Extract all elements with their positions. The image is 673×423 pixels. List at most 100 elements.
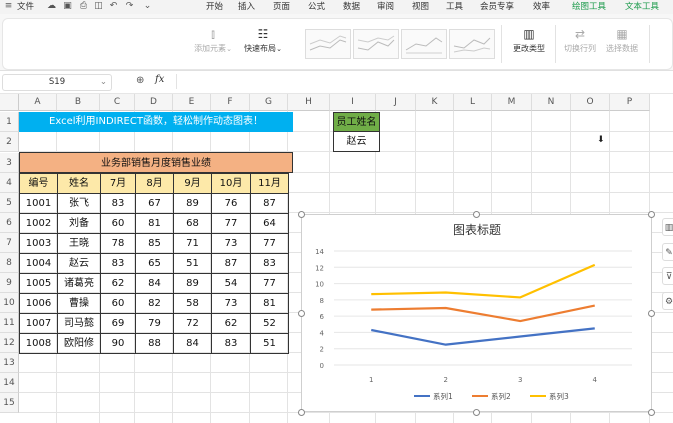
preview-icon[interactable]: ◫ — [93, 1, 104, 12]
table-header-cell[interactable]: 9月 — [173, 173, 212, 194]
table-cell[interactable]: 88 — [135, 333, 174, 354]
lookup-label-cell[interactable]: 员工姓名 — [333, 112, 380, 132]
table-title-cell[interactable]: 业务部销售月度销售业绩 — [19, 152, 293, 173]
resize-handle[interactable] — [648, 310, 655, 317]
menu-home[interactable]: 开始 — [206, 0, 223, 14]
row-header-11[interactable]: 11 — [0, 313, 19, 333]
change-type-button[interactable]: ▥ 更改类型 — [507, 19, 551, 67]
menu-formula[interactable]: 公式 — [308, 0, 325, 14]
table-cell[interactable]: 张飞 — [57, 193, 101, 214]
table-cell[interactable]: 51 — [250, 333, 289, 354]
table-cell[interactable]: 1007 — [19, 313, 58, 334]
chart-title[interactable]: 图表标题 — [453, 223, 501, 237]
table-cell[interactable]: 84 — [173, 333, 212, 354]
add-element-button[interactable]: ⫾ 添加元素⌄ — [191, 19, 235, 67]
chevron-down-icon[interactable]: ⌄ — [100, 75, 107, 90]
column-header-g[interactable]: G — [250, 94, 288, 111]
table-cell[interactable]: 89 — [173, 273, 212, 294]
menu-page[interactable]: 页面 — [273, 0, 290, 14]
table-cell[interactable]: 83 — [100, 253, 136, 274]
row-header-8[interactable]: 8 — [0, 253, 19, 273]
menu-file[interactable]: 文件 — [17, 0, 34, 14]
menu-insert[interactable]: 插入 — [238, 0, 255, 14]
chart-style-thumb-2[interactable] — [353, 29, 399, 59]
table-header-cell[interactable]: 10月 — [211, 173, 251, 194]
table-cell[interactable]: 1001 — [19, 193, 58, 214]
row-header-6[interactable]: 6 — [0, 213, 19, 233]
series-line-1[interactable] — [371, 327, 595, 346]
menu-drawing-tools[interactable]: 绘图工具 — [572, 0, 606, 14]
chart-style-thumb-3[interactable] — [401, 29, 447, 59]
resize-handle[interactable] — [298, 211, 305, 218]
column-header-k[interactable]: K — [416, 94, 454, 111]
column-header-d[interactable]: D — [135, 94, 173, 111]
table-cell[interactable]: 曹操 — [57, 293, 101, 314]
menu-member[interactable]: 会员专享 — [480, 0, 514, 14]
table-cell[interactable]: 89 — [173, 193, 212, 214]
table-cell[interactable]: 67 — [135, 193, 174, 214]
chart-style-thumb-1[interactable] — [305, 29, 351, 59]
save-icon[interactable]: ▣ — [62, 1, 73, 12]
column-header-f[interactable]: F — [211, 94, 250, 111]
table-cell[interactable]: 1005 — [19, 273, 58, 294]
chart-style-thumb-4[interactable] — [449, 29, 495, 59]
row-header-7[interactable]: 7 — [0, 233, 19, 253]
table-cell[interactable]: 77 — [250, 233, 289, 254]
table-cell[interactable]: 1003 — [19, 233, 58, 254]
column-header-l[interactable]: L — [454, 94, 492, 111]
chart-elements-icon[interactable]: ▥ — [662, 218, 673, 236]
chart-filter-icon[interactable]: ⊽ — [662, 267, 673, 285]
row-header-15[interactable]: 15 — [0, 393, 19, 413]
chart-settings-icon[interactable]: ⚙ — [662, 292, 673, 310]
row-header-13[interactable]: 13 — [0, 353, 19, 373]
resize-handle[interactable] — [298, 310, 305, 317]
table-cell[interactable]: 81 — [135, 213, 174, 234]
table-cell[interactable]: 52 — [250, 313, 289, 334]
table-cell[interactable]: 刘备 — [57, 213, 101, 234]
table-cell[interactable]: 76 — [211, 193, 251, 214]
table-header-cell[interactable]: 编号 — [19, 173, 58, 194]
column-header-p[interactable]: P — [610, 94, 650, 111]
table-cell[interactable]: 68 — [173, 213, 212, 234]
select-data-button[interactable]: ▦ 选择数据 — [601, 19, 643, 67]
cloud-icon[interactable]: ☁ — [46, 1, 57, 12]
table-cell[interactable]: 65 — [135, 253, 174, 274]
table-cell[interactable]: 69 — [100, 313, 136, 334]
select-all-corner[interactable] — [0, 94, 19, 111]
table-cell[interactable]: 72 — [173, 313, 212, 334]
table-cell[interactable]: 77 — [211, 213, 251, 234]
zoom-icon[interactable]: ⊕ — [136, 75, 144, 86]
table-header-cell[interactable]: 8月 — [135, 173, 174, 194]
table-cell[interactable]: 1002 — [19, 213, 58, 234]
menu-efficiency[interactable]: 效率 — [533, 0, 550, 14]
banner-cell[interactable]: Excel利用INDIRECT函数，轻松制作动态图表！ — [19, 112, 293, 132]
resize-handle[interactable] — [648, 211, 655, 218]
legend-label[interactable]: 系列1 — [433, 391, 453, 401]
menu-tools[interactable]: 工具 — [446, 0, 463, 14]
column-header-j[interactable]: J — [376, 94, 416, 111]
row-header-14[interactable]: 14 — [0, 373, 19, 393]
table-cell[interactable]: 54 — [211, 273, 251, 294]
table-cell[interactable]: 1008 — [19, 333, 58, 354]
table-cell[interactable]: 62 — [100, 273, 136, 294]
resize-handle[interactable] — [473, 211, 480, 218]
row-header-3[interactable]: 3 — [0, 153, 19, 173]
undo-icon[interactable]: ↶ — [108, 1, 119, 12]
table-cell[interactable]: 1006 — [19, 293, 58, 314]
column-header-a[interactable]: A — [19, 94, 57, 111]
table-cell[interactable]: 60 — [100, 293, 136, 314]
column-header-c[interactable]: C — [100, 94, 135, 111]
table-cell[interactable]: 1004 — [19, 253, 58, 274]
line-chart[interactable]: 图表标题 0 2 4 6 8 10 12 14 1234 系列1 系列2 系列3 — [301, 214, 652, 412]
table-cell[interactable]: 赵云 — [57, 253, 101, 274]
function-icon[interactable]: fx — [155, 74, 164, 85]
table-cell[interactable]: 71 — [173, 233, 212, 254]
table-cell[interactable]: 司马懿 — [57, 313, 101, 334]
row-header-10[interactable]: 10 — [0, 293, 19, 313]
column-header-b[interactable]: B — [57, 94, 100, 111]
column-header-o[interactable]: O — [571, 94, 610, 111]
table-cell[interactable]: 78 — [100, 233, 136, 254]
table-cell[interactable]: 83 — [250, 253, 289, 274]
resize-handle[interactable] — [473, 409, 480, 416]
table-cell[interactable]: 81 — [250, 293, 289, 314]
